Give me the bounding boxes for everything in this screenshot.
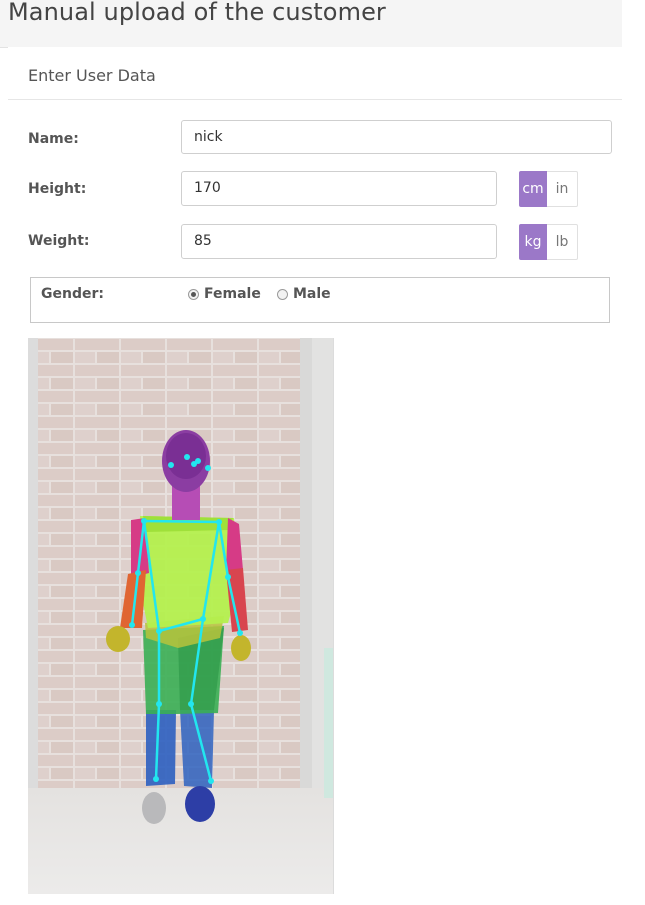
male-radio[interactable] [277, 288, 288, 300]
gender-option-female[interactable]: Female [188, 286, 261, 302]
body-segmentation-figure [28, 338, 333, 894]
height-input[interactable]: 170 [181, 171, 497, 206]
female-radio-label: Female [204, 286, 261, 302]
panel-title: Enter User Data [28, 66, 156, 85]
height-unit-toggle: cm in [519, 171, 578, 207]
page-header: Manual upload of the customer [0, 0, 622, 48]
unit-in-button[interactable]: in [547, 171, 578, 207]
gender-label: Gender: [41, 286, 104, 302]
body-scan-image [28, 338, 334, 894]
unit-cm-button[interactable]: cm [519, 171, 547, 207]
weight-unit-toggle: kg lb [519, 224, 578, 260]
weight-label: Weight: [28, 233, 90, 249]
male-radio-label: Male [293, 286, 331, 302]
female-radio[interactable] [188, 288, 199, 300]
weight-input[interactable]: 85 [181, 224, 497, 259]
name-input[interactable]: nick [181, 120, 612, 154]
panel-heading: Enter User Data [8, 47, 622, 100]
unit-kg-button[interactable]: kg [519, 224, 547, 260]
name-label: Name: [28, 131, 79, 147]
height-label: Height: [28, 181, 87, 197]
gender-option-male[interactable]: Male [277, 286, 331, 302]
unit-lb-button[interactable]: lb [547, 224, 578, 260]
gender-fieldset: Gender: Female Male [30, 277, 610, 323]
user-data-panel: Enter User Data Name: nick Height: 170 c… [8, 47, 622, 897]
page-title: Manual upload of the customer [8, 0, 386, 26]
